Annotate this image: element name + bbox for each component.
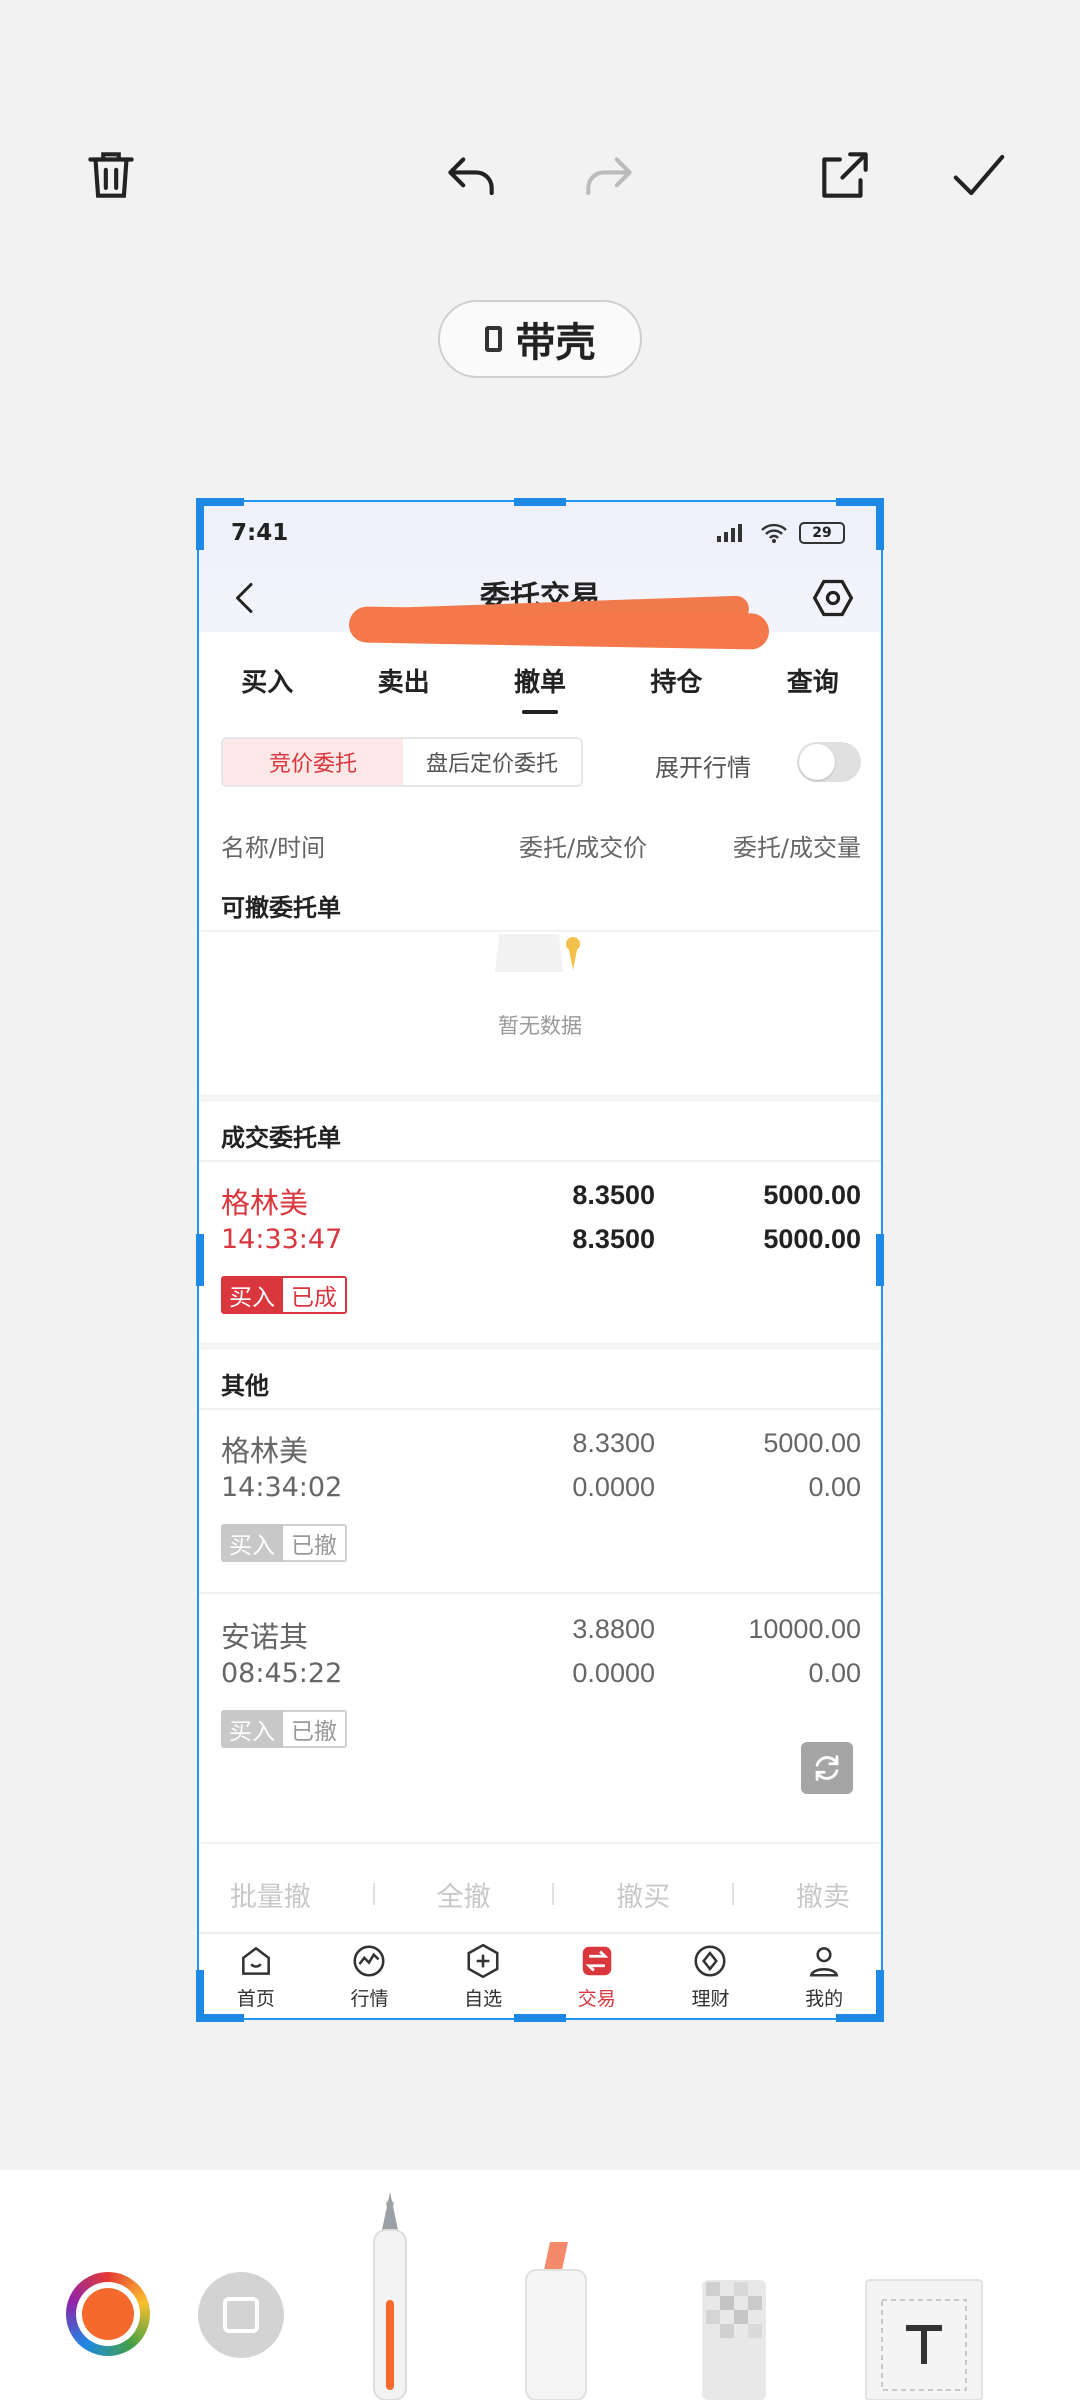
current-color-swatch (82, 2288, 134, 2340)
crop-handle[interactable] (196, 1234, 204, 1286)
col-qty: 委托/成交量 (732, 834, 861, 862)
tab-sell[interactable]: 卖出 (368, 662, 440, 706)
redaction-scribble (348, 606, 770, 650)
cancel-actions: 批量撤 全撤 撤买 撤卖 (199, 1864, 881, 1924)
nav-trade[interactable]: 交易 (547, 1934, 647, 2018)
finance-icon (694, 1945, 726, 1977)
section-other: 其他 (221, 1372, 269, 1400)
empty-text: 暂无数据 (498, 1014, 582, 1038)
crop-handle[interactable] (876, 498, 884, 550)
screenshot-canvas[interactable]: 7:41 29 委托交易 买入 卖出 撤单 持仓 查询 竞价委托 盘后定价委托 … (199, 502, 881, 2018)
mosaic-tool-icon[interactable] (694, 2170, 774, 2400)
section-cancelable: 可撤委托单 (221, 894, 341, 922)
expand-quote-toggle[interactable] (797, 742, 861, 782)
shape-tool-button[interactable] (198, 2272, 284, 2358)
cancel-sell-button[interactable]: 撤卖 (796, 1875, 850, 1914)
delete-icon[interactable] (76, 140, 146, 210)
watchlist-plus-icon (467, 1943, 499, 1979)
cancel-buy-button[interactable]: 撤买 (616, 1875, 670, 1914)
nav-home[interactable]: 首页 (206, 1934, 306, 2018)
nav-me[interactable]: 我的 (774, 1934, 874, 2018)
redo-icon[interactable] (574, 140, 644, 210)
share-icon[interactable] (810, 140, 880, 210)
col-name-time: 名称/时间 (221, 834, 326, 862)
segment-after-hours[interactable]: 盘后定价委托 (403, 739, 581, 785)
square-icon (223, 2297, 259, 2333)
col-price: 委托/成交价 (519, 834, 648, 862)
settings-hex-icon[interactable] (811, 576, 855, 620)
status-badge: 买入 已撤 (221, 1524, 347, 1562)
crop-handle[interactable] (196, 498, 204, 550)
refresh-icon (815, 1755, 839, 1781)
wifi-icon (761, 523, 787, 543)
tab-cancel[interactable]: 撤单 (504, 662, 576, 714)
confirm-check-icon[interactable] (944, 140, 1014, 210)
tab-holdings[interactable]: 持仓 (640, 662, 712, 706)
text-tool-icon[interactable] (864, 2170, 984, 2400)
drawing-toolbar (0, 2170, 1080, 2400)
tab-buy[interactable]: 买入 (231, 662, 303, 706)
trade-icon (582, 1946, 612, 1976)
batch-cancel-button[interactable]: 批量撤 (230, 1875, 311, 1914)
undo-icon[interactable] (436, 140, 506, 210)
trade-tabs: 买入 卖出 撤单 持仓 查询 (199, 662, 881, 714)
crop-handle[interactable] (876, 1970, 884, 2022)
nav-finance[interactable]: 理财 (660, 1934, 760, 2018)
marker-tool-icon[interactable] (516, 2170, 596, 2400)
status-badge: 买入 已成 (221, 1276, 347, 1314)
user-icon (809, 1947, 839, 1977)
order-type-segment: 竞价委托 盘后定价委托 (221, 737, 583, 787)
pen-tool-icon[interactable] (360, 2170, 420, 2400)
nav-market[interactable]: 行情 (319, 1934, 419, 2018)
color-picker[interactable] (66, 2272, 150, 2356)
crop-handle[interactable] (514, 2014, 566, 2022)
signal-icon (717, 524, 742, 542)
expand-quote-label: 展开行情 (655, 754, 751, 782)
battery-indicator: 29 (799, 522, 845, 544)
frame-label: 带壳 (515, 320, 596, 366)
empty-illustration-icon (495, 934, 580, 972)
market-icon (353, 1945, 386, 1977)
home-icon (241, 1946, 270, 1975)
bottom-nav: 首页 行情 自选 交易 理财 我的 (199, 1932, 881, 2018)
section-filled: 成交委托单 (221, 1124, 341, 1152)
nav-watchlist[interactable]: 自选 (433, 1934, 533, 2018)
phone-icon (484, 326, 502, 352)
cancel-all-button[interactable]: 全撤 (437, 1875, 491, 1914)
device-frame-toggle[interactable]: 带壳 (438, 300, 642, 378)
status-time: 7:41 (231, 520, 289, 546)
crop-handle[interactable] (514, 498, 566, 506)
crop-handle[interactable] (196, 1970, 204, 2022)
tab-query[interactable]: 查询 (777, 662, 849, 706)
crop-handle[interactable] (876, 1234, 884, 1286)
status-badge: 买入 已撤 (221, 1710, 347, 1748)
refresh-button[interactable] (801, 1742, 853, 1794)
segment-auction[interactable]: 竞价委托 (223, 739, 403, 785)
